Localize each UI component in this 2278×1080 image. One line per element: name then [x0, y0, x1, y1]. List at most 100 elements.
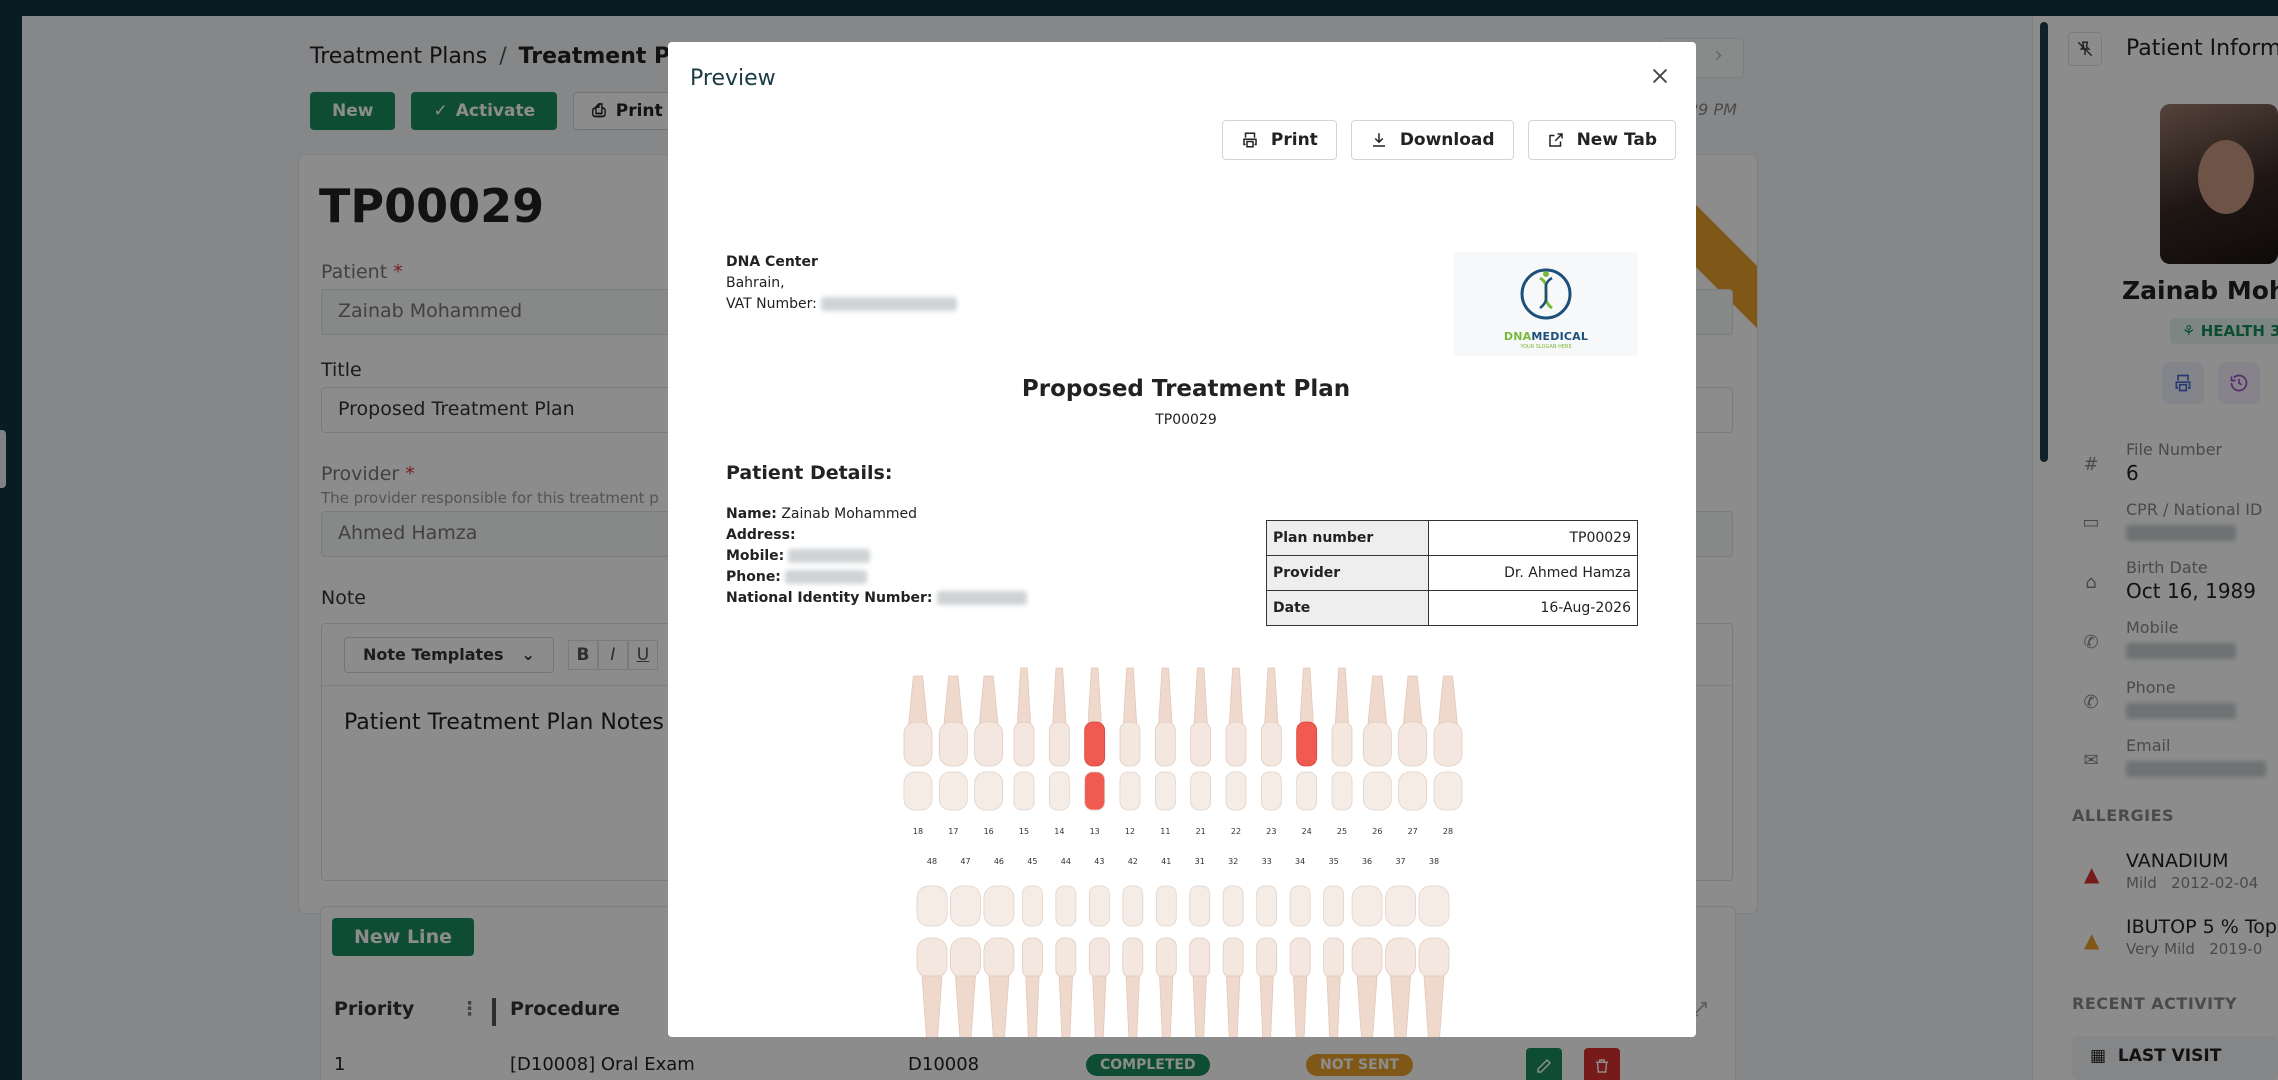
tooth-number-label: 18 — [913, 827, 923, 836]
tooth-number-label: 17 — [948, 827, 958, 836]
tooth-occlusal — [1119, 771, 1141, 811]
tooth-occlusal-lower — [1222, 885, 1244, 927]
tooth-occlusal-lower — [1055, 885, 1077, 927]
tooth-crown-upper — [1154, 721, 1176, 767]
tooth-occlusal-lower — [983, 885, 1015, 927]
tooth-number-label: 46 — [994, 857, 1004, 866]
download-icon — [1372, 133, 1385, 147]
plan-summary-table: Plan number TP00029 Provider Dr. Ahmed Ham… — [1266, 520, 1638, 626]
tooth-occlusal-lower — [1256, 885, 1278, 927]
vat-label: VAT Number: — [726, 296, 817, 312]
tooth-crown-lower — [1189, 937, 1211, 979]
company-name: DNA Center — [726, 254, 818, 270]
tooth-number-label: 41 — [1161, 857, 1171, 866]
tooth-number-label: 13 — [1090, 827, 1100, 836]
tooth-number-label: 44 — [1061, 857, 1071, 866]
phone-redacted — [784, 570, 867, 584]
tooth-number-label: 36 — [1362, 857, 1372, 866]
tooth-number-label: 27 — [1408, 827, 1418, 836]
table-row: Provider Dr. Ahmed Hamza — [1266, 555, 1638, 591]
tooth-number-label: 16 — [984, 827, 994, 836]
tooth-number-label: 25 — [1337, 827, 1347, 836]
table-row: Plan number TP00029 — [1266, 520, 1638, 556]
tooth-number-label: 48 — [927, 857, 937, 866]
tooth-crown-lower — [1351, 937, 1383, 979]
tooth-occlusal — [1048, 771, 1070, 811]
logo-tagline: YOUR SLOGAN HERE — [1520, 344, 1572, 350]
tooth-crown-lower — [1022, 937, 1043, 979]
dental-chart: 18 17 16 15 14 13 12 11 21 22 23 24 25 26 27 28 48 47 46 45… — [896, 654, 1470, 1037]
tooth-number-label: 21 — [1196, 827, 1206, 836]
tooth-crown-upper — [1119, 721, 1141, 767]
tooth-crown-upper — [1048, 721, 1070, 767]
tooth-occlusal-lower — [1351, 885, 1383, 927]
tooth-crown-upper — [1260, 721, 1282, 767]
logo-medical: MEDICAL — [1531, 330, 1589, 343]
tooth-occlusal — [1084, 771, 1106, 811]
tooth-crown-upper — [1084, 721, 1106, 767]
download-label: Download — [1399, 130, 1495, 150]
tooth-number-label: 32 — [1228, 857, 1238, 866]
tooth-occlusal-lower — [1385, 885, 1416, 927]
tooth-crown-upper — [938, 721, 968, 767]
tooth-occlusal — [1433, 771, 1463, 811]
tooth-occlusal — [974, 771, 1004, 811]
national-id-redacted — [936, 591, 1027, 605]
tooth-occlusal-lower — [1088, 885, 1110, 927]
tooth-occlusal — [1260, 771, 1282, 811]
tooth-crown-upper — [1433, 721, 1463, 767]
new-tab-label: New Tab — [1576, 130, 1657, 150]
logo-dna: DNA — [1503, 330, 1532, 343]
table-row: Date 16-Aug-2026 — [1266, 590, 1638, 626]
tooth-crown-upper — [1013, 721, 1035, 767]
tooth-crown-lower — [1256, 937, 1278, 979]
download-button[interactable]: Download — [1350, 120, 1514, 160]
tooth-crown-lower — [950, 937, 981, 979]
tooth-number-label: 23 — [1266, 827, 1276, 836]
tooth-occlusal — [938, 771, 968, 811]
tooth-occlusal — [1398, 771, 1428, 811]
document-preview: DNA Center Bahrain, VAT Number: DNAMEDIC… — [726, 252, 1646, 1037]
modal-title: Preview — [690, 66, 776, 91]
tooth-number-label: 14 — [1054, 827, 1064, 836]
tooth-number-label: 37 — [1395, 857, 1405, 866]
close-icon[interactable] — [1646, 64, 1674, 92]
tooth-crown-upper — [974, 721, 1004, 767]
tooth-number-label: 33 — [1262, 857, 1272, 866]
patient-details-title: Patient Details: — [726, 462, 893, 484]
tooth-number-label: 28 — [1443, 827, 1453, 836]
tooth-crown-lower — [1055, 937, 1077, 979]
tooth-number-label: 34 — [1295, 857, 1305, 866]
tooth-root — [1259, 975, 1274, 1037]
tooth-number-label: 12 — [1125, 827, 1135, 836]
document-subtitle: TP00029 — [1155, 412, 1217, 428]
tooth-occlusal-lower — [1022, 885, 1043, 927]
tooth-root — [1192, 975, 1207, 1037]
tooth-number-label: 26 — [1372, 827, 1382, 836]
tooth-crown-lower — [1122, 937, 1144, 979]
vat-value-redacted — [820, 297, 957, 311]
tooth-crown-upper — [1190, 721, 1212, 767]
modal-actions: Print Download New Tab — [1221, 120, 1676, 160]
new-tab-button[interactable]: New Tab — [1527, 120, 1676, 160]
tooth-occlusal-lower — [1189, 885, 1211, 927]
print-label: Print — [1270, 130, 1318, 150]
tooth-occlusal — [1362, 771, 1392, 811]
company-info: DNA Center Bahrain, VAT Number: — [726, 252, 957, 315]
tooth-number-label: 43 — [1094, 857, 1104, 866]
tooth-number-label: 22 — [1231, 827, 1241, 836]
print-button[interactable]: Print — [1221, 120, 1337, 160]
tooth-root — [1092, 975, 1107, 1037]
tooth-occlusal-lower — [1323, 885, 1345, 927]
tooth-occlusal — [1296, 771, 1318, 811]
tooth-number-label: 38 — [1429, 857, 1439, 866]
tooth-number-label: 31 — [1195, 857, 1205, 866]
tooth-occlusal — [1225, 771, 1247, 811]
tooth-crown-upper — [1296, 721, 1318, 767]
tooth-crown-lower — [983, 937, 1015, 979]
tooth-crown-lower — [1155, 937, 1177, 979]
tooth-number-label: 15 — [1019, 827, 1029, 836]
tooth-number-label: 24 — [1302, 827, 1312, 836]
patient-details: Name: Zainab Mohammed Address: Mobile: P… — [726, 504, 1027, 609]
tooth-occlusal-lower — [1155, 885, 1177, 927]
